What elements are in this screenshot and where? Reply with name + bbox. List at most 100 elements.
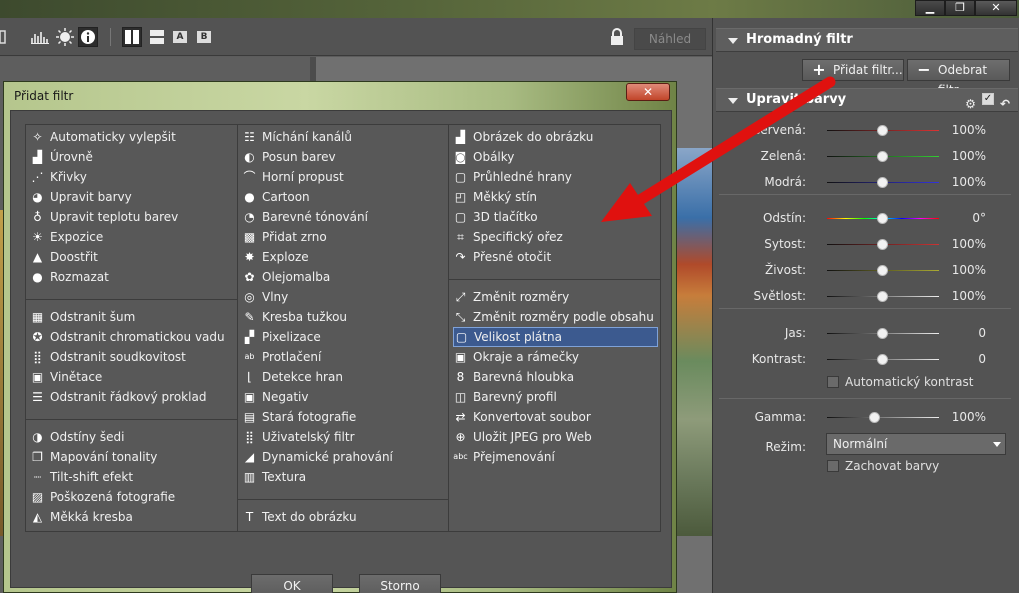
lock-icon[interactable] <box>608 27 626 47</box>
filter-item-barevne-tonovani[interactable]: ◔ Barevné tónování <box>242 207 446 227</box>
slider-knob[interactable] <box>877 213 888 224</box>
slider-row-odstin: Odstín: 0° <box>713 206 1019 232</box>
filter-item-cartoon[interactable]: ● Cartoon <box>242 187 446 207</box>
filter-item-odstranit-chromatickou-vadu[interactable]: ✪ Odstranit chromatickou vadu <box>30 327 235 347</box>
filter-item-zmenit-rozmery[interactable]: ⤢ Změnit rozměry <box>453 287 658 307</box>
histogram-icon[interactable] <box>30 27 50 47</box>
filter-item-mapovani-tonality[interactable]: ❐ Mapování tonality <box>30 447 235 467</box>
minimize-button[interactable]: ▁ <box>915 0 945 16</box>
restore-button[interactable]: ❐ <box>945 0 975 16</box>
slider-knob[interactable] <box>877 151 888 162</box>
slider-knob[interactable] <box>877 125 888 136</box>
filter-item-michani-kanalu[interactable]: ☷ Míchání kanálů <box>242 127 446 147</box>
preview-button[interactable]: Náhled <box>634 28 706 50</box>
krivky-icon: ⋰ <box>31 170 44 184</box>
filter-item-upravit-barvy[interactable]: ◕ Upravit barvy <box>30 187 235 207</box>
filter-item-konvertovat-soubor[interactable]: ⇄ Konvertovat soubor <box>453 407 658 427</box>
filter-item-zmenit-rozmery-podle-obsahu[interactable]: ⤡ Změnit rozměry podle obsahu <box>453 307 658 327</box>
slider-value: 0 <box>978 326 986 340</box>
slider-knob[interactable] <box>877 291 888 302</box>
filter-item-barevna-hloubka[interactable]: 8 Barevná hloubka <box>453 367 658 387</box>
filter-item-odstranit-radkovy-proklad[interactable]: ☰ Odstranit řádkový proklad <box>30 387 235 407</box>
dialog-close-button[interactable]: ✕ <box>626 83 670 101</box>
filter-item-vlny[interactable]: ◎ Vlny <box>242 287 446 307</box>
filter-item-mekky-stin[interactable]: ◰ Měkký stín <box>453 187 658 207</box>
remove-filter-button[interactable]: − Odebrat filtr <box>907 59 1010 97</box>
slider-knob[interactable] <box>877 265 888 276</box>
filter-item-doostrit[interactable]: ▲ Doostřit <box>30 247 235 267</box>
slider-track[interactable] <box>827 417 939 418</box>
filter-item-uzivatelsky-filtr[interactable]: ⣿ Uživatelský filtr <box>242 427 446 447</box>
split-horizontal-icon[interactable] <box>147 27 167 47</box>
filter-item-presne-otocit[interactable]: ↷ Přesné otočit <box>453 247 658 267</box>
divider <box>719 398 1011 399</box>
filter-item-prejmenovani[interactable]: abc Přejmenování <box>453 447 658 467</box>
filter-item-kresba-tuzkou[interactable]: ✎ Kresba tužkou <box>242 307 446 327</box>
filter-item-pridat-zrno[interactable]: ▩ Přidat zrno <box>242 227 446 247</box>
filter-item-dynamicke-prahovani[interactable]: ◢ Dynamické prahování <box>242 447 446 467</box>
slider-knob[interactable] <box>877 177 888 188</box>
filter-item-vinetace[interactable]: ▣ Vinětace <box>30 367 235 387</box>
filter-item-velikost-platna[interactable]: ▢ Velikost plátna <box>453 327 658 347</box>
slider-label: Modrá: <box>764 175 806 189</box>
filter-item-mekka-kresba[interactable]: ◭ Měkká kresba <box>30 507 235 527</box>
window-close-button[interactable]: ✕ <box>975 0 1017 16</box>
filter-item-stara-fotografie[interactable]: ▤ Stará fotografie <box>242 407 446 427</box>
uzivatelsky-filtr-icon: ⣿ <box>245 430 254 444</box>
filter-item-text-do-obrazku[interactable]: T Text do obrázku <box>242 507 446 527</box>
slider-knob[interactable] <box>877 239 888 250</box>
gear-icon[interactable]: ⚙ <box>965 93 976 115</box>
checkbox-box[interactable] <box>827 460 839 472</box>
slider-value: 100% <box>951 175 986 189</box>
info-icon[interactable] <box>78 27 98 47</box>
filter-item-expozice[interactable]: ☀ Expozice <box>30 227 235 247</box>
filter-item-poskozena-fotografie[interactable]: ▨ Poškozená fotografie <box>30 487 235 507</box>
filter-item-tilt-shift-efekt[interactable]: ┈ Tilt-shift efekt <box>30 467 235 487</box>
mode-select[interactable]: Normální <box>826 433 1006 455</box>
checkbox-box[interactable] <box>827 376 839 388</box>
filter-item-specificky-orez[interactable]: ⌗ Specifický ořez <box>453 227 658 247</box>
exposure-icon[interactable] <box>55 27 75 47</box>
filter-item-protlaceni[interactable]: ab Protlačení <box>242 347 446 367</box>
filter-item-obalky[interactable]: ◙ Obálky <box>453 147 658 167</box>
batch-filter-header[interactable]: Hromadný filtr <box>716 28 1018 52</box>
posun-barev-icon: ◐ <box>244 150 255 164</box>
filter-item-negativ[interactable]: ▣ Negativ <box>242 387 446 407</box>
filter-item-pixelizace[interactable]: ▞ Pixelizace <box>242 327 446 347</box>
filter-item-pruhledne-hrany[interactable]: ▢ Průhledné hrany <box>453 167 658 187</box>
view-a-icon[interactable]: A <box>172 27 188 47</box>
filter-item-obrazek-do-obrazku[interactable]: ▟ Obrázek do obrázku <box>453 127 658 147</box>
filter-item-textura[interactable]: ▥ Textura <box>242 467 446 487</box>
slider-knob[interactable] <box>869 412 881 423</box>
filter-item-ulozit-jpeg-pro-web[interactable]: ⊕ Uložit JPEG pro Web <box>453 427 658 447</box>
filter-item-krivky[interactable]: ⋰ Křivky <box>30 167 235 187</box>
slider-knob[interactable] <box>877 328 888 339</box>
keep-colors-checkbox[interactable]: Zachovat barvy <box>827 457 939 475</box>
filter-item-automaticky-vylepsit[interactable]: ✧ Automaticky vylepšit <box>30 127 235 147</box>
filter-item-rozmazat[interactable]: ● Rozmazat <box>30 267 235 287</box>
filter-item-urovne[interactable]: ▟ Úrovně <box>30 147 235 167</box>
slider-label: Odstín: <box>762 211 806 225</box>
add-filter-button[interactable]: + Přidat filtr... <box>802 59 904 81</box>
filter-item-posun-barev[interactable]: ◐ Posun barev <box>242 147 446 167</box>
split-vertical-icon[interactable] <box>122 27 142 47</box>
filter-item-odstranit-sum[interactable]: ▦ Odstranit šum <box>30 307 235 327</box>
filter-item-okraje-a-ramecky[interactable]: ▣ Okraje a rámečky <box>453 347 658 367</box>
auto-contrast-checkbox[interactable]: Automatický kontrast <box>827 373 973 391</box>
filter-item-exploze[interactable]: ✸ Exploze <box>242 247 446 267</box>
view-b-icon[interactable]: B <box>196 27 212 47</box>
filter-item-odstiny-sedi[interactable]: ◑ Odstíny šedi <box>30 427 235 447</box>
filter-item-olejomalba[interactable]: ✿ Olejomalba <box>242 267 446 287</box>
filter-item-detekce-hran[interactable]: ⌊ Detekce hran <box>242 367 446 387</box>
filter-item-barevny-profil[interactable]: ◫ Barevný profil <box>453 387 658 407</box>
filter-item-horni-propust[interactable]: ⌒ Horní propust <box>242 167 446 187</box>
filter-item-odstranit-soudkovitost[interactable]: ⣿ Odstranit soudkovitost <box>30 347 235 367</box>
filter-item-upravit-teplotu-barev[interactable]: ♁ Upravit teplotu barev <box>30 207 235 227</box>
slider-knob[interactable] <box>877 354 888 365</box>
ok-button[interactable]: OK <box>251 574 333 593</box>
cancel-button[interactable]: Storno <box>359 574 441 593</box>
enable-checkbox[interactable]: ✓ <box>981 93 994 105</box>
adjust-colors-header[interactable]: Upravit barvy ⚙ ✓ ↶ <box>716 88 1018 112</box>
filter-item-3d-tlacitko[interactable]: ▢ 3D tlačítko <box>453 207 658 227</box>
undo-icon[interactable]: ↶ <box>1000 93 1010 115</box>
